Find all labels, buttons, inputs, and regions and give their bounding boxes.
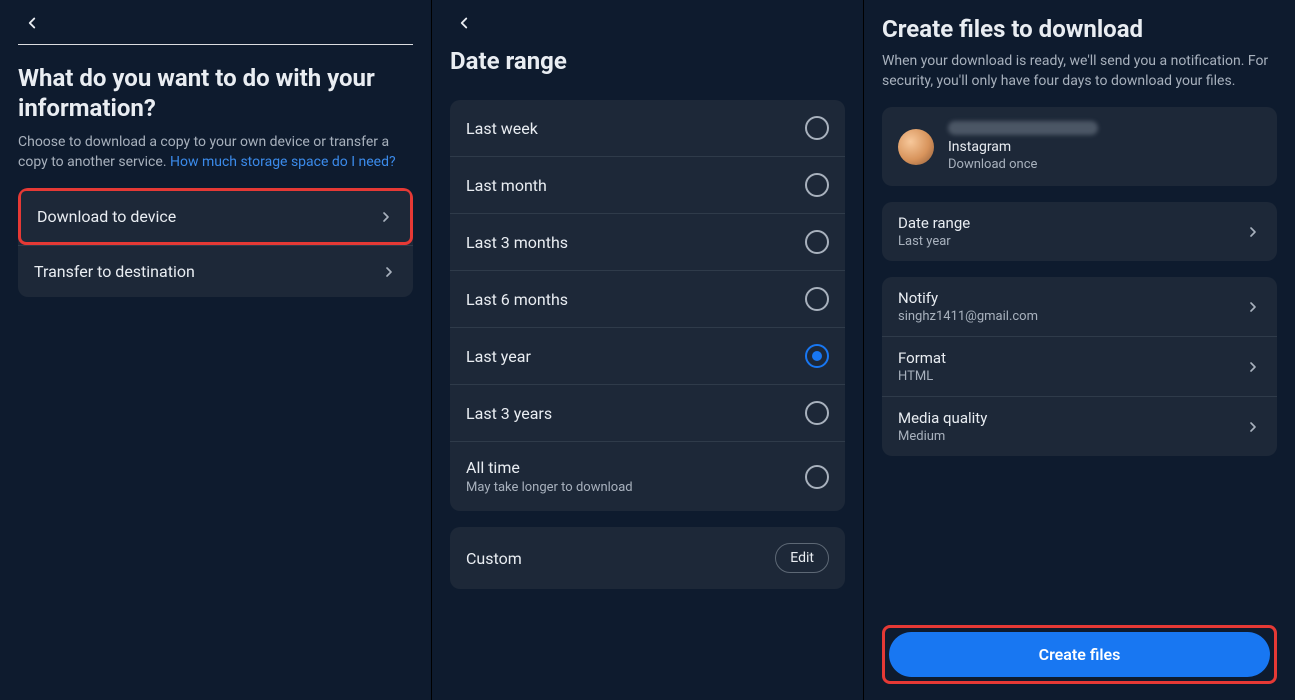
custom-range-row[interactable]: Custom Edit	[450, 527, 845, 589]
option-label: All time	[466, 458, 633, 477]
option-transfer-to-destination[interactable]: Transfer to destination	[18, 245, 413, 297]
radio-icon[interactable]	[805, 401, 829, 425]
option-label: Last 6 months	[466, 290, 568, 309]
page-subtitle: When your download is ready, we'll send …	[882, 52, 1277, 91]
option-download-to-device[interactable]: Download to device	[18, 188, 413, 245]
option-label: Transfer to destination	[34, 262, 195, 281]
create-files-button[interactable]: Create files	[889, 632, 1270, 677]
chevron-left-icon	[23, 14, 41, 32]
setting-value: Medium	[898, 429, 987, 444]
custom-range-card: Custom Edit	[450, 527, 845, 589]
setting-key: Media quality	[898, 409, 987, 427]
account-row[interactable]: Instagram Download once	[882, 107, 1277, 186]
settings-card: Notify singhz1411@gmail.com Format HTML …	[882, 277, 1277, 456]
radio-icon[interactable]	[805, 287, 829, 311]
date-range-card: Last week Last month Last 3 months Last 6 m…	[450, 100, 845, 511]
option-label: Download to device	[37, 207, 176, 226]
option-label: Last year	[466, 347, 531, 366]
back-button[interactable]	[450, 9, 478, 37]
radio-selected-icon[interactable]	[805, 344, 829, 368]
setting-key: Format	[898, 349, 946, 367]
option-sublabel: May take longer to download	[466, 480, 633, 495]
radio-icon[interactable]	[805, 230, 829, 254]
page-title: Date range	[450, 46, 845, 76]
account-platform: Instagram	[948, 139, 1098, 155]
radio-icon[interactable]	[805, 116, 829, 140]
chevron-right-icon	[1245, 419, 1261, 435]
date-range-option[interactable]: Last 3 years	[450, 384, 845, 441]
setting-format[interactable]: Format HTML	[882, 336, 1277, 396]
setting-media-quality[interactable]: Media quality Medium	[882, 396, 1277, 456]
chevron-right-icon	[1245, 359, 1261, 375]
option-label: Last 3 months	[466, 233, 568, 252]
date-range-option[interactable]: All time May take longer to download	[450, 441, 845, 511]
avatar	[898, 129, 934, 165]
date-range-option[interactable]: Last year	[450, 327, 845, 384]
pane-create-files: Create files to download When your downl…	[863, 0, 1295, 700]
account-card: Instagram Download once	[882, 107, 1277, 186]
option-label: Last week	[466, 119, 538, 138]
setting-value: Last year	[898, 234, 970, 249]
back-button[interactable]	[18, 9, 46, 37]
setting-key: Notify	[898, 289, 1038, 307]
page-title: What do you want to do with your informa…	[18, 63, 413, 123]
cta-highlight: Create files	[882, 625, 1277, 684]
pane-date-range: Date range Last week Last month Last 3 mon…	[431, 0, 863, 700]
chevron-right-icon	[381, 264, 397, 280]
setting-value: singhz1411@gmail.com	[898, 309, 1038, 324]
date-range-option[interactable]: Last week	[450, 100, 845, 156]
account-name-redacted	[948, 121, 1098, 135]
page-title: Create files to download	[882, 14, 1277, 44]
date-range-option[interactable]: Last 6 months	[450, 270, 845, 327]
setting-key: Date range	[898, 214, 970, 232]
chevron-right-icon	[378, 209, 394, 225]
option-label: Last 3 years	[466, 404, 552, 423]
account-frequency: Download once	[948, 157, 1098, 172]
date-range-option[interactable]: Last month	[450, 156, 845, 213]
custom-range-label: Custom	[466, 549, 522, 568]
setting-date-range[interactable]: Date range Last year	[882, 202, 1277, 261]
radio-icon[interactable]	[805, 173, 829, 197]
page-subtitle: Choose to download a copy to your own de…	[18, 133, 413, 172]
option-label: Last month	[466, 176, 547, 195]
radio-icon[interactable]	[805, 465, 829, 489]
setting-notify[interactable]: Notify singhz1411@gmail.com	[882, 277, 1277, 336]
chevron-right-icon	[1245, 224, 1261, 240]
chevron-left-icon	[455, 14, 473, 32]
date-range-option[interactable]: Last 3 months	[450, 213, 845, 270]
chevron-right-icon	[1245, 299, 1261, 315]
edit-button[interactable]: Edit	[775, 543, 829, 573]
storage-help-link[interactable]: How much storage space do I need?	[170, 154, 396, 170]
options-card: Download to device Transfer to destinati…	[18, 188, 413, 297]
setting-value: HTML	[898, 369, 946, 384]
pane-what-to-do: What do you want to do with your informa…	[0, 0, 431, 700]
date-range-summary-card: Date range Last year	[882, 202, 1277, 261]
divider	[18, 44, 413, 45]
